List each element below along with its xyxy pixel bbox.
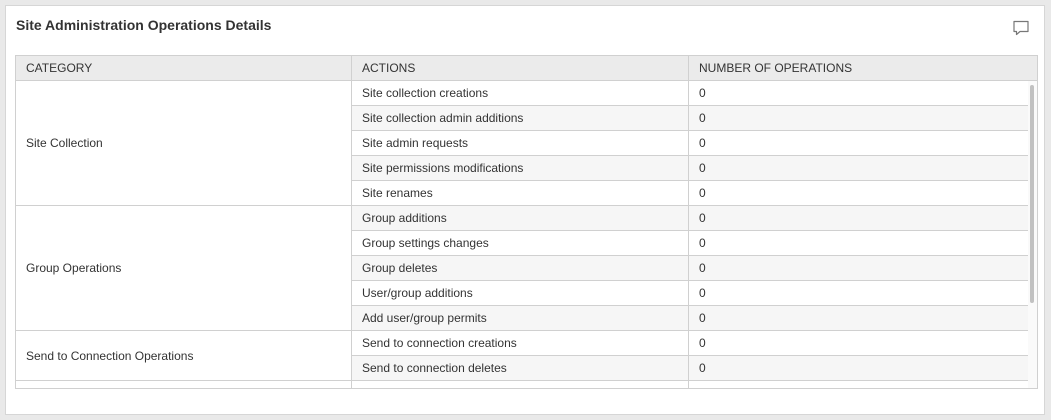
column-header-actions[interactable]: ACTIONS	[352, 56, 689, 80]
column-header-number-of-operations[interactable]: NUMBER OF OPERATIONS	[689, 56, 1037, 80]
comment-icon[interactable]	[1012, 19, 1030, 37]
action-cell: Site permissions modifications	[352, 156, 689, 180]
count-cell: 0	[699, 286, 706, 300]
action-cell: Add user/group permits	[352, 306, 689, 330]
table-header: CATEGORY ACTIONS NUMBER OF OPERATIONS	[16, 56, 1037, 81]
count-cell: 0	[699, 111, 706, 125]
count-cell: 0	[699, 86, 706, 100]
table-row: Site collection creations 0	[352, 81, 1028, 106]
count-cell: 0	[699, 211, 706, 225]
count-cell: 0	[699, 261, 706, 275]
action-cell: Site admin requests	[352, 131, 689, 155]
table-body: Site Collection Site collection creation…	[16, 81, 1028, 388]
site-admin-operations-panel: Site Administration Operations Details C…	[5, 5, 1045, 415]
action-cell: Site collection creations	[352, 81, 689, 105]
column-header-category[interactable]: CATEGORY	[16, 56, 352, 80]
action-cell: Group additions	[352, 206, 689, 230]
operations-table: CATEGORY ACTIONS NUMBER OF OPERATIONS Si…	[15, 55, 1038, 389]
category-cell: Send to Connection Operations	[16, 331, 352, 381]
action-cell: Send to connection deletes	[352, 356, 689, 380]
table-row: Site collection admin additions 0	[352, 106, 1028, 131]
action-cell: Group settings changes	[352, 231, 689, 255]
count-cell-partial	[689, 381, 1028, 388]
table-row: Group settings changes 0	[352, 231, 1028, 256]
table-row: Add user/group permits 0	[352, 306, 1028, 331]
category-cell-partial	[16, 381, 352, 388]
category-cell: Group Operations	[16, 206, 352, 331]
table-row-partial	[352, 381, 1028, 388]
count-cell: 0	[699, 336, 706, 350]
table-row: User/group additions 0	[352, 281, 1028, 306]
scrollbar-thumb[interactable]	[1030, 85, 1034, 303]
count-cell: 0	[699, 136, 706, 150]
panel-title: Site Administration Operations Details	[16, 17, 272, 33]
action-cell-partial	[352, 381, 689, 388]
count-cell: 0	[699, 361, 706, 375]
table-scrollbar[interactable]	[1028, 81, 1037, 388]
table-row: Send to connection creations 0	[352, 331, 1028, 356]
table-row: Group deletes 0	[352, 256, 1028, 281]
action-cell: User/group additions	[352, 281, 689, 305]
action-cell: Site collection admin additions	[352, 106, 689, 130]
table-row: Send to connection deletes 0	[352, 356, 1028, 381]
action-cell: Send to connection creations	[352, 331, 689, 355]
count-cell: 0	[699, 311, 706, 325]
table-row: Site renames 0	[352, 181, 1028, 206]
action-cell: Group deletes	[352, 256, 689, 280]
action-cell: Site renames	[352, 181, 689, 205]
count-cell: 0	[699, 236, 706, 250]
count-cell: 0	[699, 161, 706, 175]
count-cell: 0	[699, 186, 706, 200]
category-cell: Site Collection	[16, 81, 352, 206]
table-row: Group additions 0	[352, 206, 1028, 231]
table-row: Site admin requests 0	[352, 131, 1028, 156]
table-row: Site permissions modifications 0	[352, 156, 1028, 181]
